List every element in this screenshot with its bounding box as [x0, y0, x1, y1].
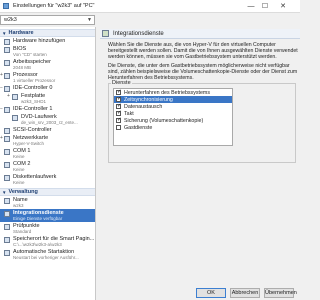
sidebar-item-sub: Neustart bei vorheriger Ausführ... — [13, 255, 79, 260]
settings-content: Integrationsdienste Wählen Sie die Diens… — [98, 27, 300, 285]
com-port-icon — [4, 149, 10, 155]
description-note: Die Dienste, die unter dem Gastbetriebss… — [108, 63, 298, 81]
diskette-drive-icon — [4, 175, 10, 181]
services-group-label: Dienste — [111, 80, 132, 86]
vm-select-value: w2k3 — [4, 17, 17, 23]
service-row-shutdown[interactable]: ✓ Herunterfahren des Betriebssystems — [114, 89, 232, 96]
checkmark-icon: ✓ — [117, 96, 122, 102]
dvd-drive-icon — [12, 115, 18, 121]
sidebar-item-dvd-drive[interactable]: DVD-Laufwerk de_win_srv_2003_r2_ente... — [0, 113, 95, 126]
smart-paging-icon — [4, 237, 10, 243]
sidebar-item-label: IDE-Controller 0 — [13, 85, 53, 91]
sidebar-item-add-hardware[interactable]: Hardware hinzufügen — [0, 37, 95, 45]
sidebar-item-diskette-drive[interactable]: Diskettenlaufwerk Keine — [0, 173, 95, 186]
minimize-button[interactable]: — — [244, 0, 258, 13]
service-label: Zeitsynchronisierung — [124, 96, 173, 103]
checkpoints-icon — [4, 224, 10, 230]
settings-app-icon — [3, 3, 9, 9]
management-section-header[interactable]: ▼ Verwaltung — [0, 188, 95, 196]
sidebar-item-memory[interactable]: Arbeitsspeicher 2048 MB — [0, 58, 95, 71]
service-label: Gastdienste — [124, 124, 153, 131]
sidebar-item-ide-controller-1[interactable]: − IDE-Controller 1 — [0, 105, 95, 113]
apply-button[interactable]: Übernehmen — [264, 288, 297, 298]
service-checkbox[interactable]: ✓ — [116, 110, 122, 116]
vm-select-row: w2k3 ▼ — [0, 13, 300, 27]
name-icon — [4, 198, 10, 204]
memory-icon — [4, 60, 10, 66]
service-label: Takt — [124, 110, 134, 117]
com-port-icon — [4, 162, 10, 168]
description-text: Wählen Sie die Dienste aus, die von Hype… — [108, 42, 298, 60]
checkmark-icon: ✓ — [117, 89, 122, 95]
service-checkbox[interactable]: ✓ — [116, 103, 122, 109]
expand-plus-icon[interactable]: + — [0, 135, 3, 141]
checkmark-icon: ✓ — [117, 110, 122, 116]
sidebar-item-smart-paging[interactable]: Speicherort für die Smart Pagin... C:\...… — [0, 235, 95, 248]
network-adapter-icon — [4, 136, 10, 142]
checkmark-icon: ✓ — [117, 117, 122, 123]
sidebar-item-bios[interactable]: BIOS Von "CD" starten — [0, 45, 95, 58]
sidebar-item-sub: Keine — [13, 180, 25, 185]
service-row-backup[interactable]: ✓ Sicherung (Volumeschattenkopie) — [114, 117, 232, 124]
title-bar: Einstellungen für "w2k3" auf "PC" — ☐ ✕ — [0, 0, 300, 13]
settings-sidebar: ▼ Hardware Hardware hinzufügen BIOS Von "… — [0, 27, 96, 300]
cancel-button[interactable]: Abbrechen — [230, 288, 260, 298]
sidebar-item-integration-services[interactable]: Integrationsdienste Einige Dienste verfüg… — [0, 209, 95, 222]
sidebar-item-ide-controller-0[interactable]: − IDE-Controller 0 — [0, 84, 95, 92]
sidebar-item-scsi-controller[interactable]: SCSI-Controller — [0, 126, 95, 134]
service-checkbox[interactable]: ✓ — [116, 96, 122, 102]
service-label: Datenaustausch — [124, 103, 163, 110]
window-title: Einstellungen für "w2k3" auf "PC" — [13, 3, 95, 9]
management-section-label: Verwaltung — [8, 189, 38, 195]
sidebar-item-com1[interactable]: COM 1 Keine — [0, 147, 95, 160]
sidebar-item-name[interactable]: Name w2k3 — [0, 196, 95, 209]
service-row-guest-services[interactable]: Gastdienste — [114, 124, 232, 131]
sidebar-item-hard-disk[interactable]: + Festplatte w2k3_SHD1 — [0, 92, 95, 105]
sidebar-item-processor[interactable]: + Prozessor 1 virtueller Prozessor — [0, 71, 95, 84]
expand-plus-icon[interactable]: + — [0, 72, 3, 78]
collapse-triangle-icon: ▼ — [2, 30, 7, 36]
processor-icon — [4, 73, 10, 79]
sidebar-item-label: SCSI-Controller — [13, 127, 52, 133]
services-list: ✓ Herunterfahren des Betriebssystems ✓ Z… — [113, 88, 233, 146]
hardware-section-header[interactable]: ▼ Hardware — [0, 29, 95, 37]
sidebar-item-label: Hardware hinzufügen — [13, 38, 66, 44]
sidebar-item-automatic-start[interactable]: Automatische Startaktion Neustart bei vor… — [0, 248, 95, 261]
sidebar-item-label: IDE-Controller 1 — [13, 106, 53, 112]
services-group: Dienste ✓ Herunterfahren des Betriebssys… — [108, 80, 296, 163]
service-row-heartbeat[interactable]: ✓ Takt — [114, 110, 232, 117]
service-row-data-exchange[interactable]: ✓ Datenaustausch — [114, 103, 232, 110]
content-title: Integrationsdienste — [113, 30, 164, 37]
maximize-button[interactable]: ☐ — [258, 0, 272, 13]
collapse-minus-icon[interactable]: − — [0, 85, 3, 91]
chevron-down-icon: ▼ — [87, 17, 92, 23]
collapse-triangle-icon: ▼ — [2, 189, 7, 195]
bios-icon — [4, 47, 10, 53]
vm-select[interactable]: w2k3 ▼ — [0, 15, 95, 25]
service-checkbox[interactable] — [116, 125, 121, 130]
service-label: Sicherung (Volumeschattenkopie) — [124, 117, 204, 124]
automatic-start-icon — [4, 250, 10, 256]
hard-disk-icon — [12, 94, 18, 100]
integration-services-icon — [102, 30, 109, 37]
hardware-section-label: Hardware — [8, 30, 34, 36]
sidebar-item-checkpoints[interactable]: Prüfpunkte Standard — [0, 222, 95, 235]
service-checkbox[interactable]: ✓ — [116, 89, 122, 95]
service-row-time-sync[interactable]: ✓ Zeitsynchronisierung — [114, 96, 232, 103]
sidebar-item-com2[interactable]: COM 2 Keine — [0, 160, 95, 173]
checkmark-icon: ✓ — [117, 103, 122, 109]
close-button[interactable]: ✕ — [276, 0, 290, 13]
expand-plus-icon[interactable]: + — [7, 93, 10, 99]
integration-services-icon — [4, 211, 10, 217]
ok-button[interactable]: OK — [196, 288, 226, 298]
content-header: Integrationsdienste — [100, 29, 300, 39]
service-checkbox[interactable]: ✓ — [116, 117, 122, 123]
sidebar-item-network-adapter[interactable]: + Netzwerkkarte Hyper-V-Switch — [0, 134, 95, 147]
service-label: Herunterfahren des Betriebssystems — [124, 89, 210, 96]
collapse-minus-icon[interactable]: − — [0, 106, 3, 112]
